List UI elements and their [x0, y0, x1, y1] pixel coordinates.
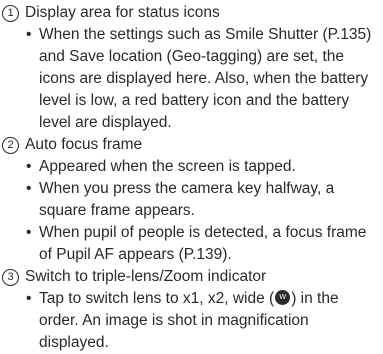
bullet-list: • Tap to switch lens to x1, x2, wide () …: [2, 288, 377, 354]
circled-number-badge: 2: [2, 136, 19, 154]
manual-page: 1 Display area for status icons • When t…: [0, 0, 383, 351]
section-auto-focus-frame: 2 Auto focus frame • Appeared when the s…: [2, 134, 377, 266]
section-status-icons: 1 Display area for status icons • When t…: [2, 2, 377, 134]
section-title: Switch to triple-lens/Zoom indicator: [25, 268, 267, 285]
bullet-marker: •: [26, 158, 32, 175]
circled-number-badge: 1: [2, 4, 19, 22]
bullet-text: When pupil of people is detected, a focu…: [39, 224, 367, 263]
circled-number-badge: 3: [2, 268, 19, 286]
bullet-marker: •: [26, 180, 32, 197]
bullet-marker: •: [26, 26, 32, 43]
wide-lens-icon: [275, 290, 291, 305]
bullet-text: Appeared when the screen is tapped.: [39, 158, 296, 175]
bullet-list: • When the settings such as Smile Shutte…: [2, 24, 377, 134]
list-item: • When pupil of people is detected, a fo…: [26, 222, 377, 266]
section-title: Auto focus frame: [25, 136, 143, 153]
bullet-text: When you press the camera key halfway, a…: [39, 180, 335, 219]
bullet-marker: •: [26, 224, 32, 241]
bullet-text-part: Tap to switch lens to x1, x2, wide (: [39, 290, 275, 307]
bullet-text: Tap to switch lens to x1, x2, wide () in…: [39, 288, 377, 354]
list-item: • When the settings such as Smile Shutte…: [26, 24, 377, 134]
section-heading: 1 Display area for status icons: [2, 2, 377, 24]
list-item: • When you press the camera key halfway,…: [26, 178, 377, 222]
bullet-marker: •: [26, 290, 32, 307]
list-item: • Appeared when the screen is tapped.: [26, 156, 377, 178]
section-heading: 3 Switch to triple-lens/Zoom indicator: [2, 266, 377, 288]
section-heading: 2 Auto focus frame: [2, 134, 377, 156]
bullet-list: • Appeared when the screen is tapped. • …: [2, 156, 377, 266]
bullet-text: When the settings such as Smile Shutter …: [39, 26, 372, 131]
section-title: Display area for status icons: [25, 4, 220, 21]
list-item: • Tap to switch lens to x1, x2, wide () …: [26, 288, 377, 354]
section-triple-lens-zoom: 3 Switch to triple-lens/Zoom indicator •…: [2, 266, 377, 354]
